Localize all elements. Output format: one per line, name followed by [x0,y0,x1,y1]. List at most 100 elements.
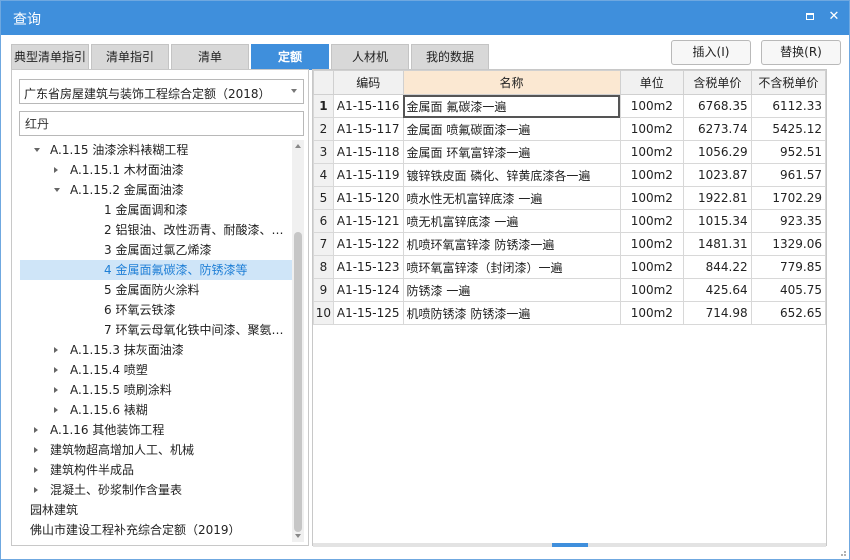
tree-item[interactable]: 4 金属面氟碳漆、防锈漆等 [20,260,292,280]
cell-unit[interactable]: 100m2 [619,94,685,118]
expanded-arrow-icon[interactable] [54,188,60,192]
cell-code[interactable]: A1-15-125 [332,301,404,325]
tab-my-data[interactable]: 我的数据 [411,44,489,70]
collapsed-arrow-icon[interactable] [54,367,58,373]
collapsed-arrow-icon[interactable] [34,487,38,493]
collapsed-arrow-icon[interactable] [54,347,58,353]
expanded-arrow-icon[interactable] [34,148,40,152]
tree-item[interactable]: 6 环氧云铁漆 [20,300,292,320]
cell-price-tax[interactable]: 714.98 [683,301,752,325]
table-row[interactable]: 8 A1-15-123 喷环氧富锌漆（封闭漆）一遍 100m2 844.22 779.85 [313,255,827,279]
cell-price-no-tax[interactable]: 1329.06 [750,232,827,256]
tab-labor-material-machine[interactable]: 人材机 [331,44,409,70]
tree-item[interactable]: 混凝土、砂浆制作含量表 [20,480,292,500]
scroll-thumb[interactable] [294,232,302,532]
tab-typical-bill-guide[interactable]: 典型清单指引 [11,44,89,70]
cell-code[interactable]: A1-15-116 [332,94,404,118]
cell-price-tax[interactable]: 844.22 [683,255,752,279]
insert-button[interactable]: 插入(I) [671,40,751,65]
cell-name[interactable]: 机喷环氧富锌漆 防锈漆一遍 [402,232,621,256]
cell-price-tax[interactable]: 425.64 [683,278,752,302]
cell-price-no-tax[interactable]: 5425.12 [750,117,827,141]
cell-price-no-tax[interactable]: 652.65 [750,301,827,325]
row-index[interactable]: 10 [313,301,334,325]
cell-price-no-tax[interactable]: 923.35 [750,209,827,233]
panel-splitter[interactable] [313,543,826,547]
tree-item[interactable]: 5 金属面防火涂料 [20,280,292,300]
cell-name[interactable]: 金属面 喷氟碳面漆一遍 [402,117,621,141]
title-bar[interactable]: 查询 ✕ [1,1,849,35]
collapsed-arrow-icon[interactable] [54,407,58,413]
cell-code[interactable]: A1-15-123 [332,255,404,279]
tree-item[interactable]: A.1.15.6 裱糊 [20,400,292,420]
cell-price-tax[interactable]: 6273.74 [683,117,752,141]
splitter-handle[interactable] [552,543,588,547]
tree-item[interactable]: A.1.16 其他装饰工程 [20,420,292,440]
row-index[interactable]: 2 [313,117,334,141]
cell-price-no-tax[interactable]: 1702.29 [750,186,827,210]
tab-quota[interactable]: 定额 [251,44,329,70]
table-row[interactable]: 9 A1-15-124 防锈漆 一遍 100m2 425.64 405.75 [313,278,827,302]
cell-code[interactable]: A1-15-120 [332,186,404,210]
tree-item[interactable]: A.1.15.5 喷刷涂料 [20,380,292,400]
cell-price-no-tax[interactable]: 6112.33 [750,94,827,118]
cell-code[interactable]: A1-15-119 [332,163,404,187]
replace-button[interactable]: 替换(R) [761,40,841,65]
row-index[interactable]: 1 [313,94,334,118]
cell-unit[interactable]: 100m2 [619,140,685,164]
collapsed-arrow-icon[interactable] [54,387,58,393]
cell-unit[interactable]: 100m2 [619,255,685,279]
cell-code[interactable]: A1-15-117 [332,117,404,141]
cell-price-no-tax[interactable]: 779.85 [750,255,827,279]
row-index[interactable]: 4 [313,163,334,187]
tab-bill-guide[interactable]: 清单指引 [91,44,169,70]
table-row[interactable]: 7 A1-15-122 机喷环氧富锌漆 防锈漆一遍 100m2 1481.31 1329.… [313,232,827,256]
cell-name[interactable]: 喷无机富锌底漆 一遍 [402,209,621,233]
cell-price-tax[interactable]: 1922.81 [683,186,752,210]
tree-item[interactable]: 建筑构件半成品 [20,460,292,480]
table-row[interactable]: 2 A1-15-117 金属面 喷氟碳面漆一遍 100m2 6273.74 5425.12 [313,117,827,141]
tree-item[interactable]: 2 铝银油、改性沥青、耐酸漆、… [20,220,292,240]
col-header-code[interactable]: 编码 [332,70,404,95]
cell-price-tax[interactable]: 1481.31 [683,232,752,256]
tab-bill[interactable]: 清单 [171,44,249,70]
row-index[interactable]: 8 [313,255,334,279]
col-header-price-tax[interactable]: 含税单价 [683,70,752,95]
cell-price-tax[interactable]: 1056.29 [683,140,752,164]
resize-grip-icon[interactable] [837,547,847,557]
table-row[interactable]: 3 A1-15-118 金属面 环氧富锌漆一遍 100m2 1056.29 952.51 [313,140,827,164]
table-row[interactable]: 5 A1-15-120 喷水性无机富锌底漆 一遍 100m2 1922.81 1702.2… [313,186,827,210]
tree-item[interactable]: 3 金属面过氯乙烯漆 [20,240,292,260]
tree-item[interactable]: A.1.15.3 抹灰面油漆 [20,340,292,360]
cell-code[interactable]: A1-15-118 [332,140,404,164]
cell-unit[interactable]: 100m2 [619,186,685,210]
row-index[interactable]: 9 [313,278,334,302]
table-row[interactable]: 1 A1-15-116 金属面 氟碳漆一遍 100m2 6768.35 6112.33 [313,94,827,118]
cell-name[interactable]: 金属面 环氧富锌漆一遍 [402,140,621,164]
row-index[interactable]: 5 [313,186,334,210]
cell-name[interactable]: 金属面 氟碳漆一遍 [402,94,621,118]
tree-item[interactable]: 1 金属面调和漆 [20,200,292,220]
cell-unit[interactable]: 100m2 [619,163,685,187]
cell-unit[interactable]: 100m2 [619,278,685,302]
tree-item[interactable]: 7 环氧云母氧化铁中间漆、聚氨… [20,320,292,340]
tree-item[interactable]: 建筑物超高增加人工、机械 [20,440,292,460]
tree-item[interactable]: A.1.15.2 金属面油漆 [20,180,292,200]
collapsed-arrow-icon[interactable] [34,467,38,473]
cell-code[interactable]: A1-15-121 [332,209,404,233]
cell-name[interactable]: 镀锌铁皮面 磷化、锌黄底漆各一遍 [402,163,621,187]
cell-price-tax[interactable]: 1015.34 [683,209,752,233]
col-header-name[interactable]: 名称 [402,70,621,95]
quota-library-select[interactable]: 广东省房屋建筑与装饰工程综合定额（2018） [19,79,304,104]
search-input-box[interactable] [19,111,304,136]
scroll-down-icon[interactable] [295,534,301,538]
cell-unit[interactable]: 100m2 [619,301,685,325]
collapsed-arrow-icon[interactable] [34,447,38,453]
tree-item[interactable]: A.1.15 油漆涂料裱糊工程 [20,140,292,160]
cell-price-no-tax[interactable]: 961.57 [750,163,827,187]
table-row[interactable]: 6 A1-15-121 喷无机富锌底漆 一遍 100m2 1015.34 923.35 [313,209,827,233]
cell-name[interactable]: 喷水性无机富锌底漆 一遍 [402,186,621,210]
table-row[interactable]: 10 A1-15-125 机喷防锈漆 防锈漆一遍 100m2 714.98 652.65 [313,301,827,325]
cell-name[interactable]: 机喷防锈漆 防锈漆一遍 [402,301,621,325]
row-index[interactable]: 7 [313,232,334,256]
